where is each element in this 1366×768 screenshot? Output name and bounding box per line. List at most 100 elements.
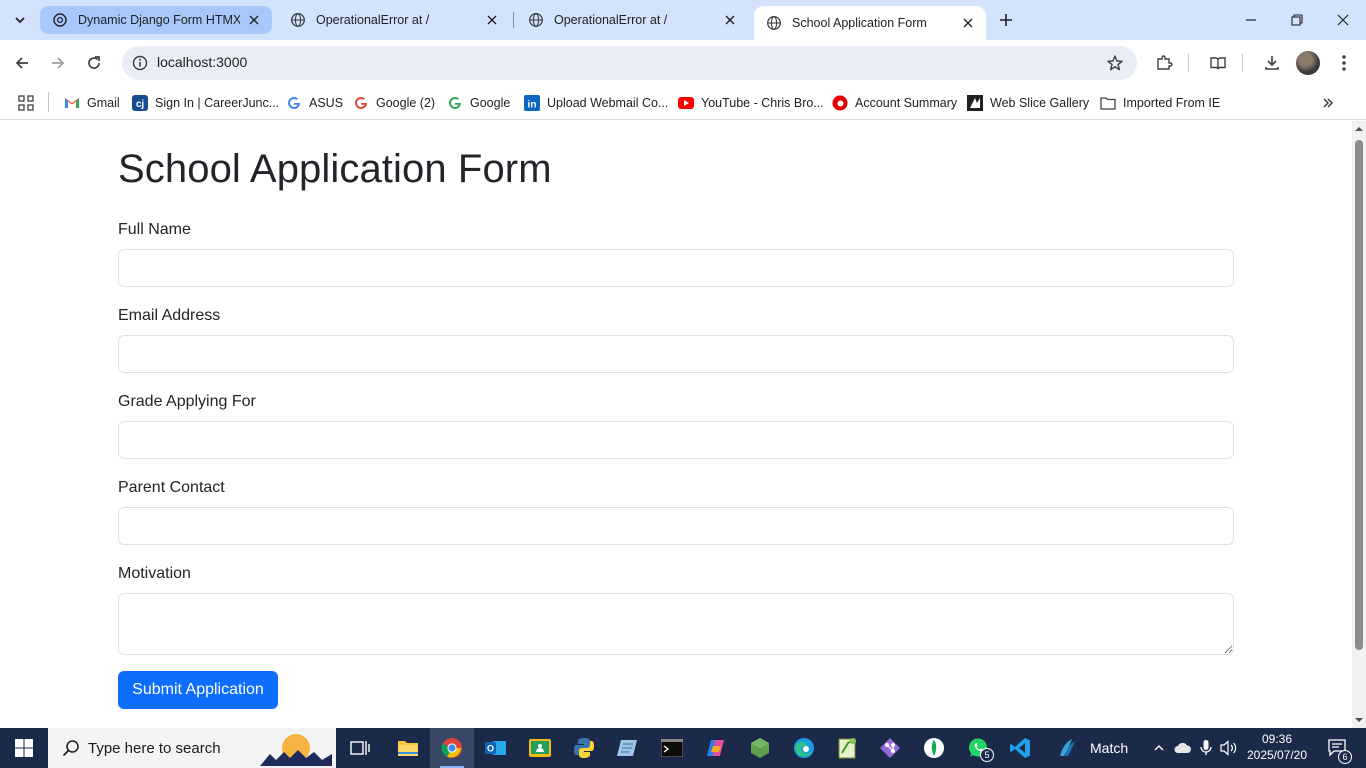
close-icon[interactable] — [484, 12, 500, 28]
bookmark-upload-webmail[interactable]: in Upload Webmail Co... — [524, 92, 668, 114]
search-placeholder: Type here to search — [88, 739, 221, 757]
site-info-icon[interactable] — [130, 53, 150, 73]
cloud-icon — [1174, 742, 1191, 753]
taskbar-git[interactable] — [868, 728, 912, 768]
tab-operational-error-2[interactable]: OperationalError at / — [516, 6, 748, 34]
tab-operational-error-1[interactable]: OperationalError at / — [278, 6, 510, 34]
extensions-button[interactable] — [1148, 47, 1180, 79]
taskbar-chrome[interactable] — [430, 728, 474, 768]
taskbar-whatsapp[interactable]: 5 — [956, 728, 1000, 768]
new-tab-button[interactable] — [994, 8, 1018, 32]
motivation-textarea[interactable] — [118, 593, 1234, 655]
start-button[interactable] — [0, 728, 48, 768]
grade-applying-for-label: Grade Applying For — [118, 393, 256, 410]
downloads-button[interactable] — [1256, 47, 1288, 79]
nodejs-icon — [751, 738, 769, 758]
outlook-icon: O — [485, 741, 506, 755]
notification-count-badge: 6 — [1338, 750, 1352, 764]
taskbar-copilot[interactable] — [694, 728, 738, 768]
download-icon — [1265, 56, 1279, 70]
address-bar[interactable]: localhost:3000 — [122, 46, 1137, 80]
reload-button[interactable] — [78, 47, 110, 79]
full-name-label: Full Name — [118, 221, 191, 238]
bookmark-google[interactable]: Google — [447, 92, 510, 114]
taskbar-notepad-plus[interactable] — [826, 728, 870, 768]
restore-button[interactable] — [1274, 0, 1320, 40]
bookmark-account-summary[interactable]: Account Summary — [832, 92, 957, 114]
taskbar-search-box[interactable]: Type here to search — [48, 728, 336, 768]
bookmark-google-2[interactable]: Google (2) — [353, 92, 435, 114]
taskbar-classroom[interactable] — [518, 728, 562, 768]
tab-title: OperationalError at / — [316, 13, 430, 27]
bookmark-youtube[interactable]: YouTube - Chris Bro... — [678, 92, 824, 114]
page-scrollbar[interactable] — [1352, 121, 1366, 728]
task-view-button[interactable] — [338, 728, 382, 768]
page-content: School Application Form Full Name Email … — [0, 121, 1352, 728]
weather-widget[interactable]: Match — [1056, 728, 1128, 768]
taskbar-vscode[interactable] — [998, 728, 1042, 768]
onedrive-button[interactable] — [1172, 728, 1194, 768]
tab-strip: Dynamic Django Form HTMX OperationalErro… — [0, 0, 1366, 40]
tab-school-application-form[interactable]: School Application Form — [754, 6, 986, 40]
show-hidden-icons-button[interactable] — [1148, 728, 1170, 768]
vodafone-icon — [832, 95, 848, 111]
tab-search-button[interactable] — [6, 6, 34, 34]
microphone-button[interactable] — [1196, 728, 1216, 768]
bookmark-star-icon[interactable] — [1105, 53, 1125, 73]
youtube-icon — [678, 95, 694, 111]
bookmark-careerjunction[interactable]: cj Sign In | CareerJunc... — [132, 92, 279, 114]
globe-icon — [767, 16, 781, 30]
menu-button[interactable] — [1328, 47, 1360, 79]
minimize-button[interactable] — [1228, 0, 1274, 40]
bookmark-gmail[interactable]: Gmail — [64, 92, 120, 114]
parent-contact-input[interactable] — [118, 507, 1234, 545]
vscode-icon — [1010, 738, 1030, 758]
bookmark-label: Gmail — [87, 96, 120, 110]
edge-icon — [794, 738, 814, 758]
bookmarks-divider — [48, 92, 49, 112]
grade-applying-for-input[interactable] — [118, 421, 1234, 459]
google-icon — [353, 95, 369, 111]
back-button[interactable] — [6, 47, 38, 79]
apps-button[interactable] — [18, 92, 34, 114]
profile-avatar[interactable] — [1296, 51, 1320, 75]
taskbar-nodejs[interactable] — [738, 728, 782, 768]
svg-text:in: in — [528, 100, 537, 111]
tab-dynamic-django-form[interactable]: Dynamic Django Form HTMX — [40, 6, 272, 34]
taskbar-terminal[interactable] — [650, 728, 694, 768]
reading-list-button[interactable] — [1202, 47, 1234, 79]
close-icon[interactable] — [960, 15, 976, 31]
taskbar-edge[interactable] — [782, 728, 826, 768]
bookmark-imported-from-ie[interactable]: Imported From IE — [1100, 92, 1220, 114]
page-title: School Application Form — [118, 147, 552, 191]
task-view-icon — [350, 741, 370, 755]
bookmark-asus[interactable]: ASUS — [286, 92, 343, 114]
taskbar-file-explorer[interactable] — [386, 728, 430, 768]
close-window-button[interactable] — [1320, 0, 1366, 40]
notification-center-button[interactable]: 6 — [1320, 728, 1356, 768]
close-icon[interactable] — [246, 12, 262, 28]
taskbar-python[interactable] — [562, 728, 606, 768]
bookmark-web-slice-gallery[interactable]: Web Slice Gallery — [967, 92, 1089, 114]
taskbar-clock[interactable]: 09:36 2025/07/20 — [1240, 731, 1314, 763]
taskbar-mongodb[interactable] — [912, 728, 956, 768]
full-name-input[interactable] — [118, 249, 1234, 287]
taskbar-outlook[interactable]: O — [474, 728, 518, 768]
windows-logo-icon — [15, 739, 33, 757]
bookmark-label: Google (2) — [376, 96, 436, 110]
scroll-down-icon[interactable] — [1355, 716, 1363, 724]
submit-application-button[interactable]: Submit Application — [118, 671, 278, 709]
bookmark-label: Sign In | CareerJunc... — [155, 96, 280, 110]
more-bookmarks-button[interactable] — [1322, 92, 1334, 114]
scrollbar-thumb[interactable] — [1355, 140, 1363, 650]
forward-button[interactable] — [42, 47, 74, 79]
toolbar-divider — [1242, 54, 1243, 72]
email-address-label: Email Address — [118, 307, 221, 324]
taskbar-notes-app[interactable] — [606, 728, 650, 768]
scroll-up-icon[interactable] — [1355, 125, 1363, 133]
email-address-input[interactable] — [118, 335, 1234, 373]
volume-button[interactable] — [1218, 728, 1240, 768]
close-icon[interactable] — [722, 12, 738, 28]
tab-title: Dynamic Django Form HTMX — [78, 13, 240, 27]
url-text[interactable]: localhost:3000 — [157, 54, 247, 70]
